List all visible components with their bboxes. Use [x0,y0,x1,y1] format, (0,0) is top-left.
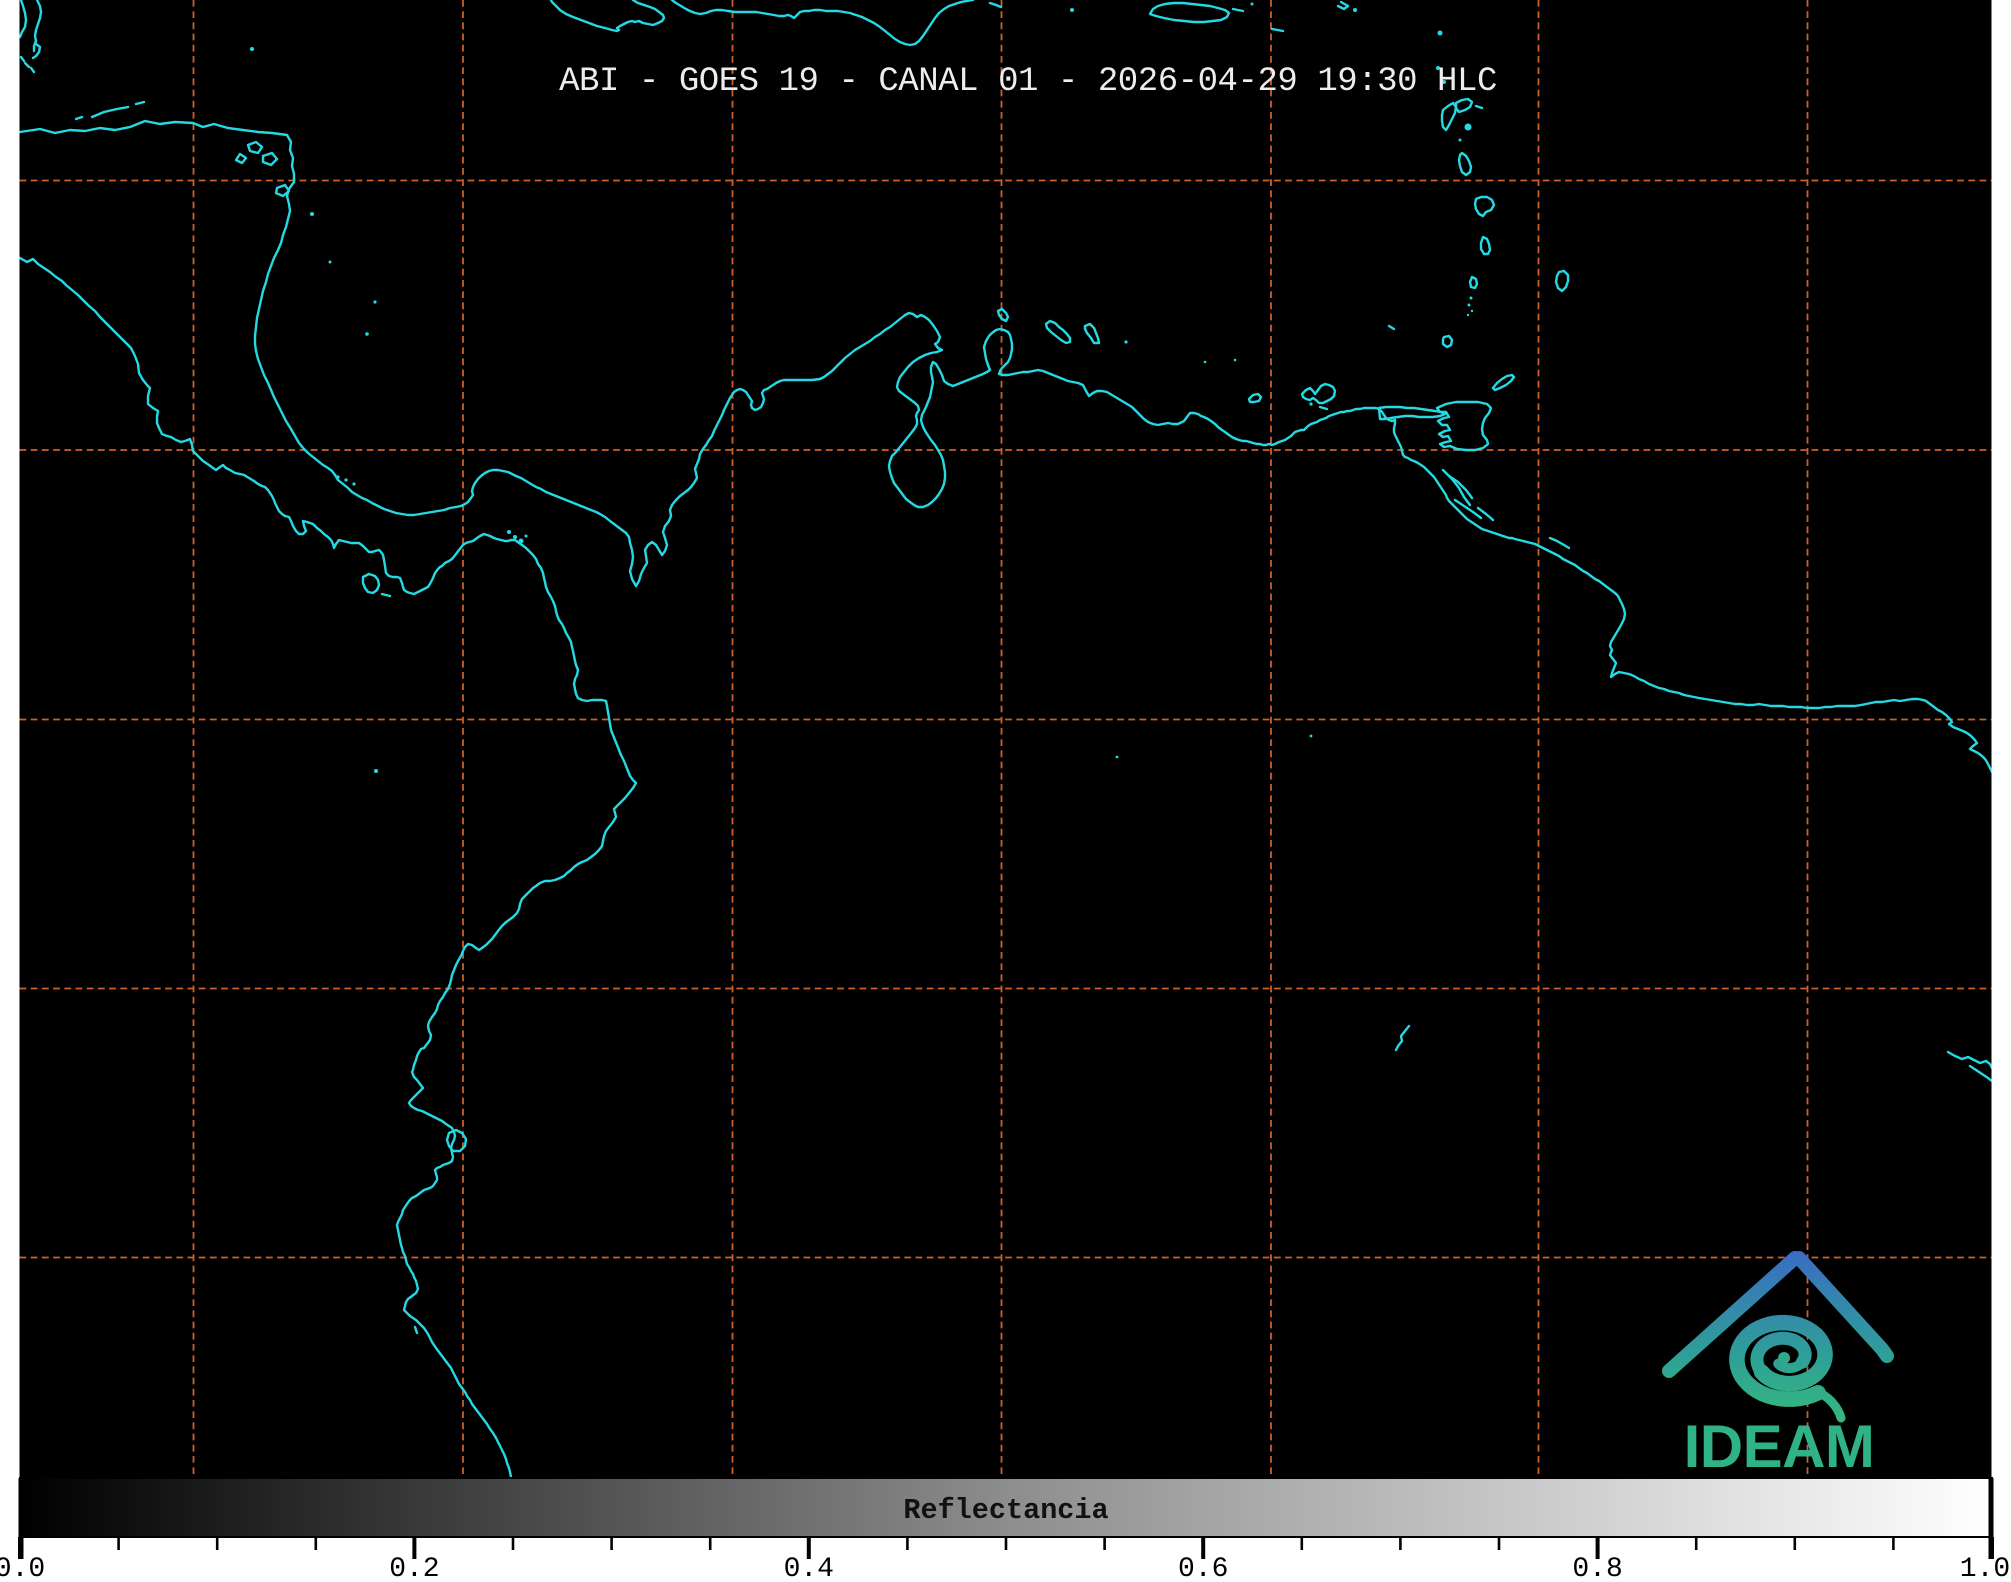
svg-text:0.8: 0.8 [1572,1554,1622,1577]
svg-text:0.4: 0.4 [784,1554,834,1577]
svg-text:ABI - GOES 19 - CANAL 01 - 202: ABI - GOES 19 - CANAL 01 - 2026-04-29 19… [559,63,1497,101]
svg-text:IDEAM: IDEAM [1684,1413,1875,1480]
svg-text:1.0: 1.0 [1960,1554,2010,1577]
svg-text:0.2: 0.2 [389,1554,439,1577]
svg-text:0.6: 0.6 [1178,1554,1228,1577]
svg-text:Reflectancia: Reflectancia [903,1494,1108,1527]
